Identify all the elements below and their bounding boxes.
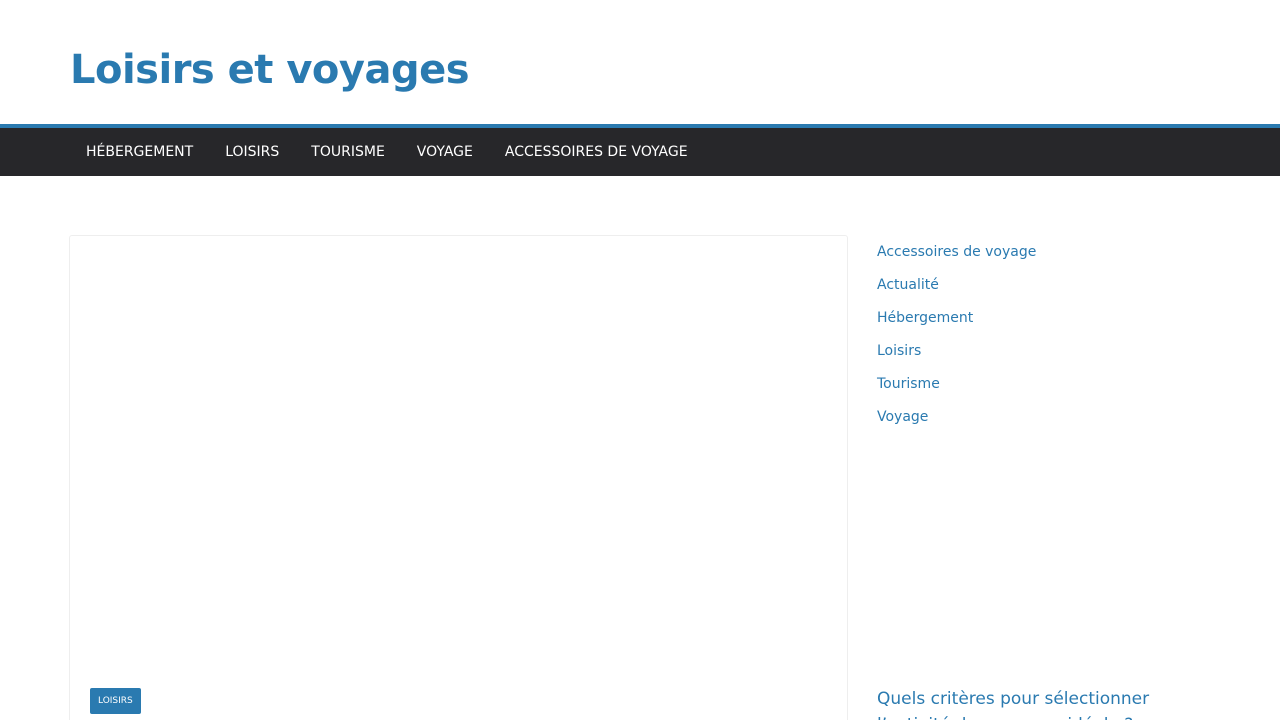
category-badge[interactable]: LOISIRS: [90, 688, 141, 714]
sidebar-category-voyage[interactable]: Voyage: [877, 405, 1217, 438]
sidebar-category-accessoires[interactable]: Accessoires de voyage: [877, 240, 1217, 273]
site-header: Loisirs et voyages: [0, 0, 1280, 124]
nav-item-voyage[interactable]: VOYAGE: [401, 128, 489, 176]
site-title[interactable]: Loisirs et voyages: [70, 44, 470, 96]
sidebar-category-list: Accessoires de voyage Actualité Hébergem…: [877, 240, 1217, 438]
nav-item-accessoires[interactable]: ACCESSOIRES DE VOYAGE: [489, 128, 704, 176]
post-card: LOISIRS: [69, 235, 848, 720]
main-navigation: HÉBERGEMENT LOISIRS TOURISME VOYAGE ACCE…: [0, 124, 1280, 176]
nav-list: HÉBERGEMENT LOISIRS TOURISME VOYAGE ACCE…: [70, 128, 704, 176]
nav-item-hebergement[interactable]: HÉBERGEMENT: [70, 128, 209, 176]
nav-item-loisirs[interactable]: LOISIRS: [209, 128, 295, 176]
sidebar-category-tourisme[interactable]: Tourisme: [877, 372, 1217, 405]
sidebar: Accessoires de voyage Actualité Hébergem…: [877, 240, 1217, 438]
nav-item-tourisme[interactable]: TOURISME: [295, 128, 401, 176]
sidebar-category-hebergement[interactable]: Hébergement: [877, 306, 1217, 339]
sidebar-post-title[interactable]: Quels critères pour sélectionner l’activ…: [877, 686, 1217, 720]
sidebar-category-actualite[interactable]: Actualité: [877, 273, 1217, 306]
sidebar-category-loisirs[interactable]: Loisirs: [877, 339, 1217, 372]
